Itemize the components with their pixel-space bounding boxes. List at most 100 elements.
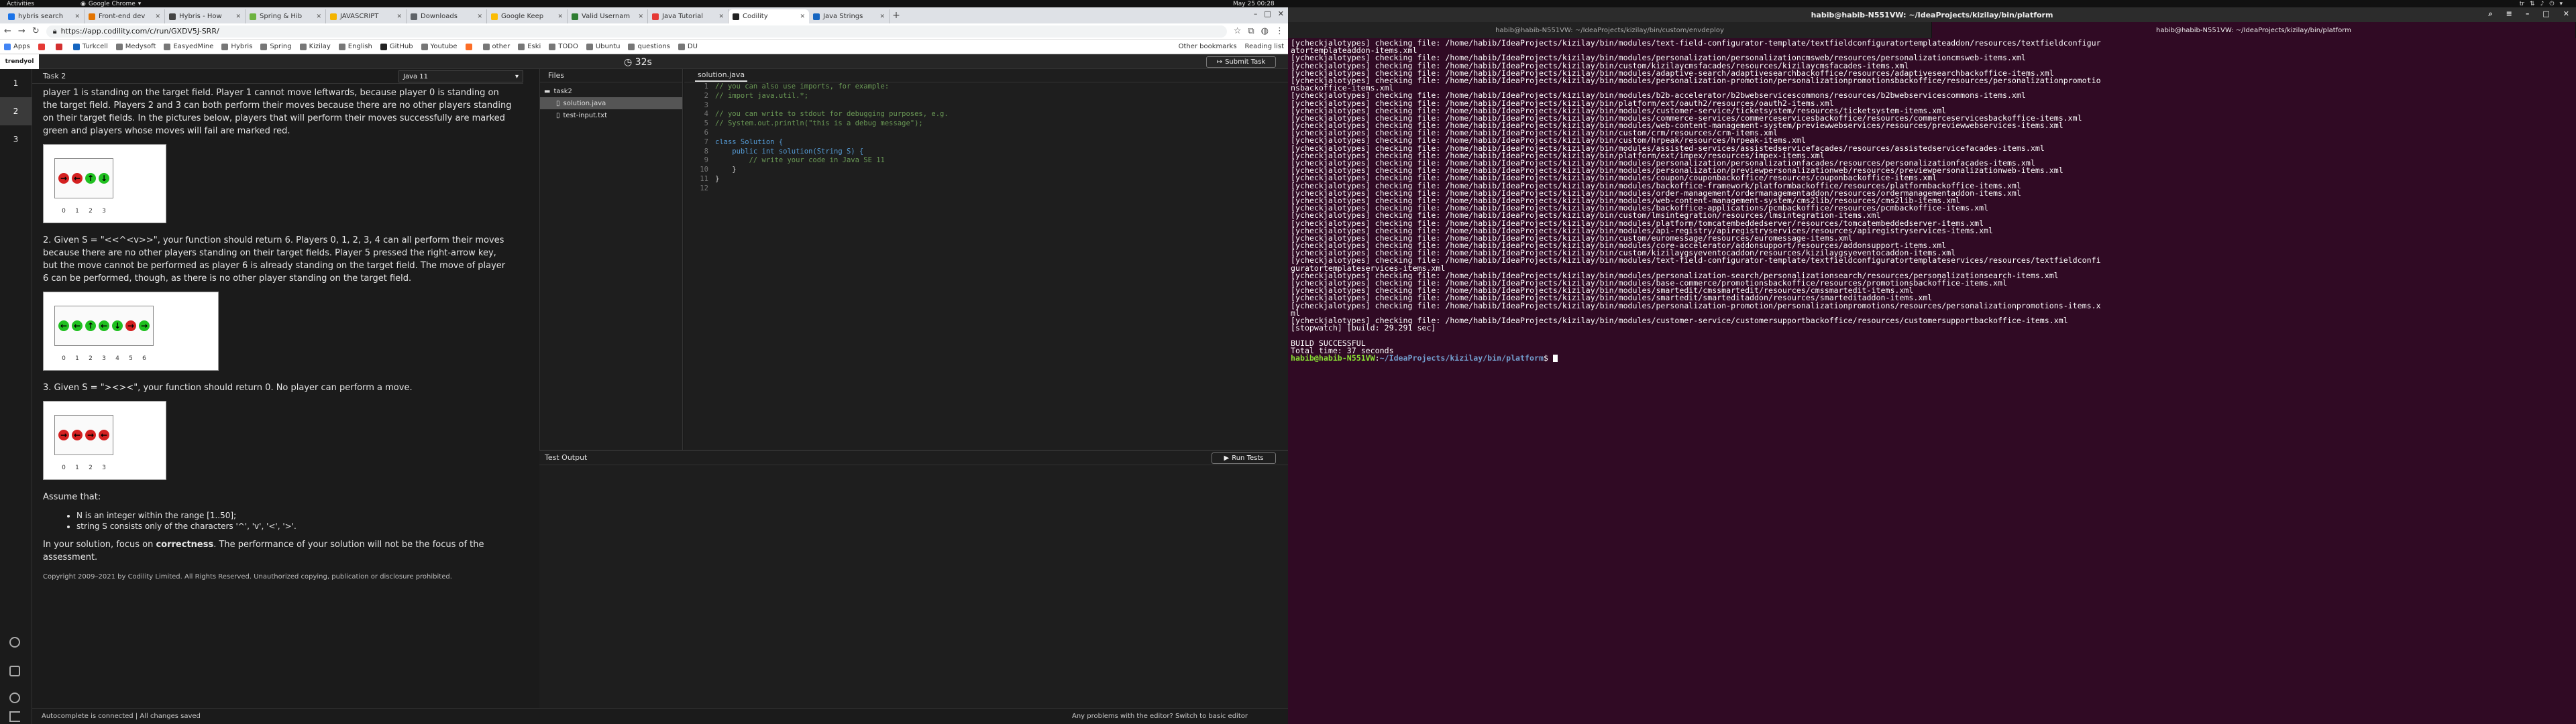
bookmark-item[interactable]: TODO	[549, 43, 578, 50]
bookmark-item[interactable]	[465, 43, 475, 50]
power-icon: ⏻	[2549, 0, 2555, 7]
other-bookmarks[interactable]: Other bookmarks	[1179, 43, 1237, 50]
tab-label: Google Keep	[501, 13, 544, 20]
close-icon[interactable]: ✕	[316, 13, 321, 20]
close-icon[interactable]: ✕	[638, 13, 643, 20]
system-tray[interactable]: tr ⇅ ♪ ⏻ ▾	[2520, 1, 2563, 7]
submit-task-button[interactable]: ↦ Submit Task	[1206, 56, 1276, 68]
activities-button[interactable]: Activities	[7, 1, 34, 7]
browser-tab[interactable]: JAVASCRIPT ✕	[326, 9, 407, 23]
browser-tab[interactable]: hybris search ✕	[4, 9, 85, 23]
editor-tab[interactable]: solution.java	[684, 69, 1288, 82]
browser-tab[interactable]: Java Strings ✕	[809, 9, 890, 23]
bookmark-item[interactable]: GitHub	[380, 43, 413, 50]
bookmark-item[interactable]: Eski	[518, 43, 541, 50]
bookmark-item[interactable]: Turkcell	[72, 43, 108, 50]
menu-icon[interactable]: ⋮	[1275, 26, 1284, 36]
close-icon[interactable]: ✕	[235, 13, 241, 20]
back-icon[interactable]: ←	[4, 26, 11, 36]
close-icon[interactable]: ✕	[557, 13, 563, 20]
bookmark-item[interactable]: DU	[678, 43, 698, 50]
bookmark-icon	[164, 43, 171, 50]
bookmark-item[interactable]: Medysoft	[115, 43, 156, 50]
bookmark-item[interactable]: English	[338, 43, 372, 50]
figure-row: → ← → ←	[57, 428, 111, 442]
bookmark-item[interactable]: Apps	[4, 43, 30, 50]
close-icon[interactable]: ✕	[477, 13, 482, 20]
bookmarks-bar: Apps Turkcell Medysoft EasyedMine Hybris Spri…	[0, 40, 1288, 54]
star-icon[interactable]: ☆	[1234, 26, 1242, 36]
bookmark-item[interactable]: questions	[628, 43, 670, 50]
browser-tab[interactable]: Spring & Hib ✕	[246, 9, 326, 23]
close-icon[interactable]: ✕	[396, 13, 402, 20]
clock[interactable]: May 25 00:28	[1233, 1, 1275, 7]
reading-list[interactable]: Reading list	[1245, 43, 1284, 50]
bookmark-item[interactable]	[55, 43, 65, 50]
folder-task2[interactable]: ▬ task2	[540, 85, 682, 97]
close-icon[interactable]: ✕	[800, 13, 805, 20]
browser-tab[interactable]: Java Tutorial ✕	[648, 9, 729, 23]
theme-icon[interactable]	[9, 637, 20, 648]
run-tests-button[interactable]: ▶ Run Tests	[1212, 452, 1276, 464]
terminal-output[interactable]: [ycheckjalotypes] checking file: /home/h…	[1291, 39, 2565, 363]
settings-icon[interactable]	[9, 666, 20, 676]
terminal-prompt[interactable]: habib@habib-N551VW:~/IdeaProjects/kizila…	[1291, 354, 2565, 363]
search-icon[interactable]: ⌕	[2488, 9, 2492, 19]
bookmark-item[interactable]: Ubuntu	[586, 43, 620, 50]
bookmark-item[interactable]: EasyedMine	[164, 43, 213, 50]
close-icon[interactable]: ✕	[2563, 9, 2569, 19]
menu-icon[interactable]: ≡	[2506, 9, 2512, 19]
player-green-icon: ↓	[99, 173, 109, 184]
bookmark-item[interactable]: Hybris	[221, 43, 252, 50]
close-icon[interactable]: ✕	[718, 13, 724, 20]
file-test-input[interactable]: ▯ test-input.txt	[540, 109, 682, 121]
maximize-icon[interactable]: □	[2542, 9, 2549, 19]
close-icon[interactable]: ✕	[879, 13, 885, 20]
file-solution[interactable]: ▯ solution.java	[540, 97, 682, 109]
code-line: 5 // System.out.println("this is a debug …	[684, 119, 1288, 129]
minimize-icon[interactable]: –	[2526, 9, 2530, 19]
language-select[interactable]: Java 11 ▾	[398, 70, 523, 82]
app-menu[interactable]: ◉ Google Chrome ▾	[80, 1, 141, 7]
help-icon[interactable]	[9, 692, 20, 703]
task-1-button[interactable]: 1	[0, 69, 32, 97]
browser-tab[interactable]: Hybris - How ✕	[165, 9, 246, 23]
reload-icon[interactable]: ↻	[32, 26, 40, 36]
figure-cell: ←	[70, 172, 84, 185]
maximize-icon[interactable]: □	[1264, 9, 1271, 18]
close-icon[interactable]: ✕	[74, 13, 80, 20]
bookmark-item[interactable]: Kizilay	[299, 43, 331, 50]
code-line: 2 // import java.util.*;	[684, 92, 1288, 101]
bookmark-item[interactable]	[38, 43, 48, 50]
code-editor[interactable]: solution.java 1 // you can also use impor…	[684, 69, 1288, 450]
browser-tab[interactable]: Downloads ✕	[407, 9, 487, 23]
figure-cell: ↓	[97, 172, 111, 185]
bookmark-item[interactable]: Spring	[260, 43, 292, 50]
bookmark-label: DU	[687, 43, 698, 50]
address-bar[interactable]: 🔒︎ https://app.codility.com/c/run/GXDV5J-…	[46, 25, 1227, 38]
profile-icon[interactable]: ◍	[1261, 26, 1269, 36]
status-right[interactable]: Any problems with the editor? Switch to …	[1072, 713, 1248, 720]
browser-tab[interactable]: Codility ✕	[729, 9, 809, 23]
browser-tab[interactable]: Google Keep ✕	[487, 9, 568, 23]
close-icon[interactable]: ✕	[1278, 9, 1284, 18]
code-area[interactable]: 1 // you can also use imports, for exampl…	[684, 82, 1288, 194]
close-icon[interactable]: ✕	[155, 13, 160, 20]
chevron-down-icon: ▾	[138, 0, 142, 7]
minimize-icon[interactable]: –	[1254, 9, 1258, 18]
new-tab-button[interactable]: +	[890, 10, 903, 21]
code-text: class Solution {	[715, 137, 784, 146]
browser-tab[interactable]: Front-end dev ✕	[85, 9, 165, 23]
task-3-button[interactable]: 3	[0, 125, 32, 154]
forward-icon[interactable]: →	[18, 26, 25, 36]
task-title: Task 2	[43, 72, 66, 80]
exit-icon[interactable]	[9, 711, 20, 722]
bookmark-item[interactable]: Youtube	[421, 43, 458, 50]
terminal-line: [ycheckjalotypes] checking file: /home/h…	[1291, 75, 2101, 85]
task-2-button[interactable]: 2	[0, 97, 32, 125]
browser-tab[interactable]: Valid Usernam ✕	[568, 9, 648, 23]
extensions-icon[interactable]: ⧉	[1248, 26, 1254, 36]
terminal-tab-active[interactable]: habib@habib-N551VW: ~/IdeaProjects/kizil…	[1932, 22, 2576, 38]
terminal-tab[interactable]: habib@habib-N551VW: ~/IdeaProjects/kizil…	[1288, 22, 1932, 38]
bookmark-item[interactable]: other	[482, 43, 510, 50]
